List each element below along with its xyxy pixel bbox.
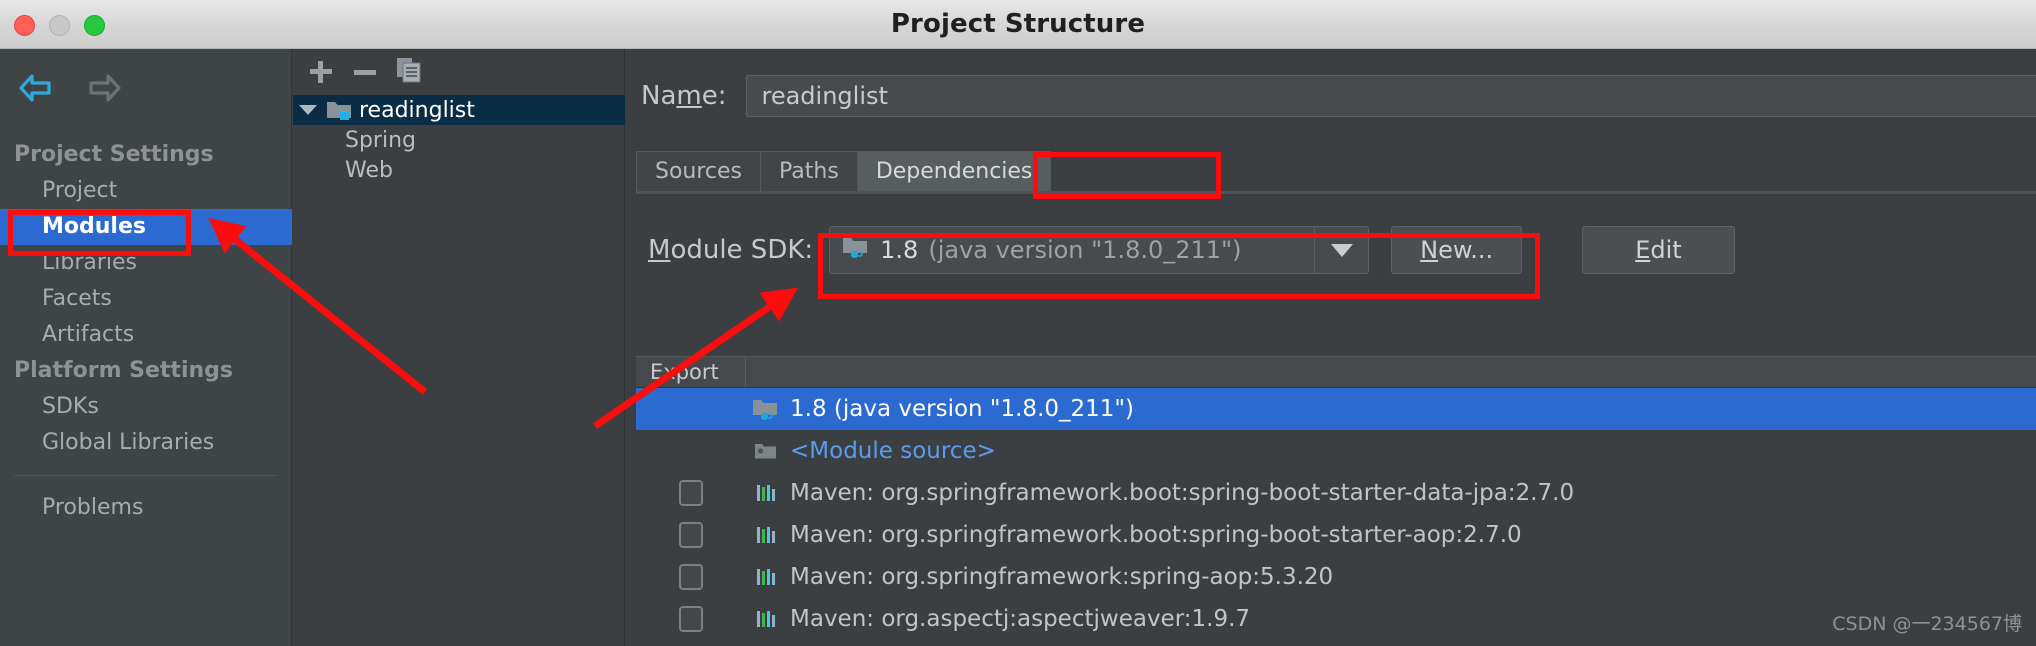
dependency-label: 1.8 (java version "1.8.0_211") — [790, 396, 1134, 422]
new-sdk-button[interactable]: New... — [1391, 226, 1523, 274]
navigation-buttons — [14, 69, 126, 107]
modules-toolbar — [293, 49, 625, 95]
dependency-label: Maven: org.springframework.boot:spring-b… — [790, 480, 1575, 506]
sidebar-item-sdks[interactable]: SDKs — [0, 389, 292, 425]
sidebar-item-libraries[interactable]: Libraries — [0, 245, 292, 281]
sidebar-item-project[interactable]: Project — [0, 173, 292, 209]
settings-sidebar: Project Settings Project Modules Librari… — [0, 49, 292, 646]
chevron-down-icon — [1330, 243, 1353, 257]
forward-arrow-icon[interactable] — [84, 69, 126, 107]
module-sdk-dropdown-button[interactable] — [1314, 227, 1368, 273]
dependency-label: <Module source> — [790, 438, 996, 464]
copy-module-button[interactable] — [393, 57, 425, 87]
table-row[interactable]: Maven: org.springframework.boot:spring-b… — [636, 640, 2036, 646]
minus-icon — [354, 69, 376, 75]
tree-node-web[interactable]: Web — [293, 155, 625, 185]
tabs-underline — [636, 191, 2036, 194]
modules-tree-panel: readinglist Spring Web — [293, 49, 625, 646]
module-sdk-select[interactable]: 1.8 (java version "1.8.0_211") — [829, 226, 1370, 274]
tree-node-label: readinglist — [359, 97, 475, 123]
window-title: Project Structure — [890, 9, 1146, 39]
sidebar-group-platform-settings: Platform Settings — [14, 358, 233, 383]
table-row[interactable]: Maven: org.springframework.boot:spring-b… — [636, 514, 2036, 556]
modules-tree: readinglist Spring Web — [293, 95, 625, 185]
module-sdk-version-detail: (java version "1.8.0_211") — [928, 236, 1242, 264]
export-checkbox[interactable] — [679, 606, 703, 632]
module-folder-icon — [323, 98, 355, 122]
dependencies-table-body: 1.8 (java version "1.8.0_211") <Module s… — [636, 388, 2036, 646]
export-checkbox-cell[interactable] — [636, 480, 746, 506]
module-name-label: Name: — [641, 81, 727, 111]
export-checkbox[interactable] — [679, 564, 703, 590]
export-checkbox[interactable] — [679, 522, 703, 548]
tab-paths[interactable]: Paths — [761, 151, 858, 191]
tree-node-label: Web — [345, 157, 393, 183]
edit-sdk-button[interactable]: Edit — [1582, 226, 1735, 274]
sidebar-item-modules[interactable]: Modules — [0, 209, 292, 245]
sidebar-item-global-libraries[interactable]: Global Libraries — [0, 425, 292, 461]
maven-icon — [746, 607, 786, 631]
sidebar-divider — [14, 475, 278, 476]
sidebar-item-facets[interactable]: Facets — [0, 281, 292, 317]
window-titlebar: Project Structure — [0, 0, 2036, 49]
java-sdk-folder-icon — [746, 396, 786, 422]
plus-icon — [310, 61, 332, 83]
sidebar-item-artifacts[interactable]: Artifacts — [0, 317, 292, 353]
export-checkbox-cell[interactable] — [636, 606, 746, 632]
table-row[interactable]: Maven: org.springframework.boot:spring-b… — [636, 472, 2036, 514]
export-checkbox-cell[interactable] — [636, 564, 746, 590]
chevron-down-icon[interactable] — [293, 105, 323, 115]
tree-node-spring[interactable]: Spring — [293, 125, 625, 155]
dependencies-table-header: Export — [636, 356, 2036, 388]
column-header-export[interactable]: Export — [636, 357, 746, 387]
dependency-label: Maven: org.springframework.boot:spring-b… — [790, 522, 1522, 548]
remove-module-button[interactable] — [349, 57, 381, 87]
project-structure-dialog: Project Structure Project Settings Proje… — [0, 0, 2036, 646]
module-sdk-selected-value: 1.8 (java version "1.8.0_211") — [830, 234, 1314, 266]
tree-node-readinglist[interactable]: readinglist — [293, 95, 625, 125]
module-source-folder-icon — [746, 439, 786, 463]
table-row[interactable]: 1.8 (java version "1.8.0_211") — [636, 388, 2036, 430]
java-sdk-folder-icon — [842, 234, 870, 266]
module-name-input[interactable]: readinglist — [746, 75, 2036, 117]
module-detail-pane: Name: readinglist Sources Paths Dependen… — [626, 49, 2036, 646]
export-checkbox[interactable] — [679, 480, 703, 506]
add-module-button[interactable] — [305, 57, 337, 87]
tree-node-label: Spring — [345, 127, 416, 153]
module-sdk-version: 1.8 — [880, 236, 919, 264]
module-tabs: Sources Paths Dependencies — [636, 151, 1052, 191]
module-sdk-label: Module SDK: — [648, 235, 814, 265]
spring-leaf-icon — [293, 128, 341, 152]
maven-icon — [746, 481, 786, 505]
table-row[interactable]: Maven: org.aspectj:aspectjweaver:1.9.7 — [636, 598, 2036, 640]
module-name-row: Name: readinglist — [641, 75, 2036, 117]
sidebar-group-project-settings: Project Settings — [14, 142, 214, 167]
dependency-label: Maven: org.springframework:spring-aop:5.… — [790, 564, 1334, 590]
export-checkbox-cell[interactable] — [636, 522, 746, 548]
tab-dependencies[interactable]: Dependencies — [857, 151, 1052, 191]
table-row[interactable]: <Module source> — [636, 430, 2036, 472]
web-globe-icon — [293, 158, 341, 182]
sidebar-item-problems[interactable]: Problems — [0, 490, 292, 526]
table-row[interactable]: Maven: org.springframework:spring-aop:5.… — [636, 556, 2036, 598]
back-arrow-icon[interactable] — [14, 69, 56, 107]
copy-icon — [395, 56, 423, 88]
maven-icon — [746, 523, 786, 547]
module-sdk-row: Module SDK: 1.8 (java version "1.8.0_211… — [648, 226, 1735, 274]
maven-icon — [746, 565, 786, 589]
tab-sources[interactable]: Sources — [636, 151, 762, 191]
dependency-label: Maven: org.aspectj:aspectjweaver:1.9.7 — [790, 606, 1251, 632]
sidebar-list: Project Settings Project Modules Librari… — [0, 137, 292, 526]
watermark: CSDN @一234567博 — [1832, 613, 2022, 635]
